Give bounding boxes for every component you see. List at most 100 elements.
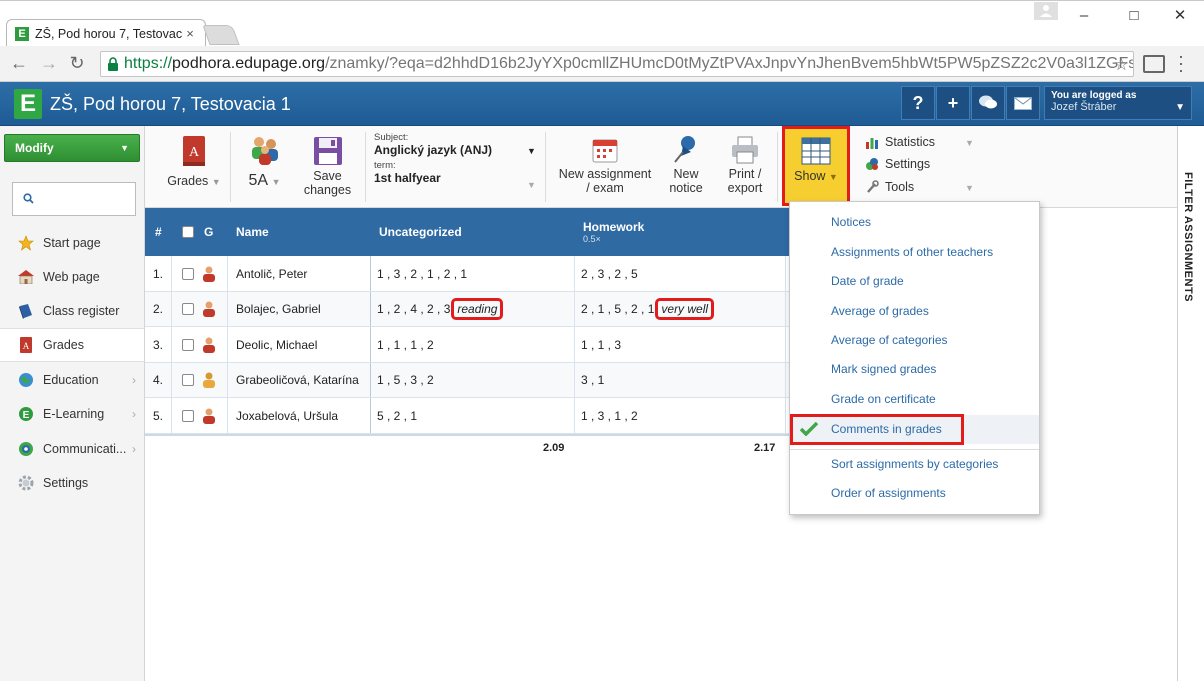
table-row[interactable]: 1. Antolič, Peter 1 , 3 , 2 , 1 , 2 , 1 … <box>145 256 789 292</box>
bookmark-star-icon[interactable]: ☆ <box>1114 55 1129 75</box>
menu-item-grade-on-certificate[interactable]: Grade on certificate <box>790 385 1039 413</box>
show-button[interactable]: Show ▼ <box>782 126 850 206</box>
grades-menu-button[interactable]: A Grades ▼ <box>165 126 223 208</box>
col-header-name[interactable]: Name <box>236 208 269 256</box>
student-name[interactable]: Joxabelová, Uršula <box>236 398 338 433</box>
browser-menu-icon[interactable]: · · · <box>1178 47 1184 79</box>
reload-icon[interactable]: ↻ <box>66 53 88 74</box>
term-select[interactable]: 1st halfyear <box>374 171 539 185</box>
filter-assignments-panel[interactable]: FILTER ASSIGNMENTS <box>1177 126 1204 681</box>
logged-user-name: Jozef Štráber <box>1051 101 1117 113</box>
browser-tab[interactable]: E ZŠ, Pod horou 7, Testovaci × <box>6 19 206 47</box>
uncategorized-grades[interactable]: 5 , 2 , 1 <box>377 398 417 433</box>
minimize-icon[interactable]: – <box>1072 7 1096 27</box>
student-name[interactable]: Grabeoličová, Katarína <box>236 363 359 398</box>
sidebar-item-e-learning[interactable]: E E-Learning › <box>0 397 144 431</box>
menu-item-average-of-grades[interactable]: Average of grades <box>790 297 1039 325</box>
settings-button[interactable]: Settings <box>865 154 930 174</box>
close-window-icon[interactable]: ✕ <box>1168 7 1192 27</box>
menu-item-assignments-other-teachers[interactable]: Assignments of other teachers <box>790 238 1039 266</box>
row-checkbox[interactable] <box>182 409 194 422</box>
add-button[interactable]: + <box>936 86 970 120</box>
menu-item-comments-in-grades[interactable]: Comments in grades <box>790 415 1039 443</box>
sidebar-item-web-page[interactable]: Web page <box>0 260 144 294</box>
row-checkbox[interactable] <box>182 338 194 351</box>
new-notice-button[interactable]: New notice <box>662 126 710 208</box>
mail-button[interactable] <box>1006 86 1040 120</box>
grade-comment[interactable]: reading <box>451 298 504 320</box>
table-row[interactable]: 4. Grabeoličová, Katarína 1 , 5 , 3 , 2 … <box>145 362 789 398</box>
menu-item-notices[interactable]: Notices <box>790 208 1039 236</box>
uncategorized-grades[interactable]: 1 , 1 , 1 , 2 <box>377 327 434 362</box>
homework-grades[interactable]: 2 , 1 , 5 , 2 , 1 very well <box>581 292 715 327</box>
edupage-logo[interactable]: E <box>14 89 42 119</box>
back-icon[interactable]: ← <box>8 53 30 74</box>
education-icon <box>17 372 35 388</box>
settings-label: Settings <box>885 157 931 171</box>
menu-item-date-of-grade[interactable]: Date of grade <box>790 267 1039 295</box>
forward-icon[interactable]: → <box>38 53 60 74</box>
new-tab-button[interactable] <box>202 25 240 45</box>
grade-comment[interactable]: very well <box>655 298 715 320</box>
menu-item-mark-signed-grades[interactable]: Mark signed grades <box>790 355 1039 383</box>
menu-item-order-of-assignments[interactable]: Order of assignments <box>790 479 1039 507</box>
sidebar-item-label: Communicati... <box>43 442 127 456</box>
maximize-icon[interactable]: □ <box>1122 7 1146 27</box>
class-label: 5A <box>248 172 268 189</box>
row-checkbox[interactable] <box>182 267 194 280</box>
homework-grades[interactable]: 2 , 3 , 2 , 5 <box>581 256 638 291</box>
new-assignment-button[interactable]: New assignment / exam <box>555 126 655 208</box>
homework-grades[interactable]: 3 , 1 <box>581 363 604 398</box>
student-name[interactable]: Bolajec, Gabriel <box>236 292 321 327</box>
subject-term-selector[interactable]: Subject: Anglický jazyk (ANJ) term: 1st … <box>374 132 539 202</box>
close-tab-icon[interactable]: × <box>183 26 197 41</box>
uncategorized-grades[interactable]: 1 , 5 , 3 , 2 <box>377 363 434 398</box>
subject-label: Subject: <box>374 132 409 143</box>
uncategorized-grades[interactable]: 1 , 2 , 4 , 2 , 3 reading <box>377 292 504 327</box>
menu-item-sort-by-categories[interactable]: Sort assignments by categories <box>790 450 1039 478</box>
sidebar-item-settings[interactable]: Settings <box>0 466 144 500</box>
select-all-checkbox[interactable] <box>182 226 194 238</box>
help-button[interactable]: ? <box>901 86 935 120</box>
modify-label: Modify <box>15 141 54 155</box>
student-name[interactable]: Antolič, Peter <box>236 256 307 291</box>
sidebar-item-communication[interactable]: Communicati... › <box>0 432 144 466</box>
uncategorized-grades[interactable]: 1 , 3 , 2 , 1 , 2 , 1 <box>377 256 467 291</box>
row-number: 3. <box>153 337 164 352</box>
profile-icon[interactable] <box>1034 2 1058 20</box>
sidebar-item-education[interactable]: Education › <box>0 363 144 397</box>
col-header-homework[interactable]: Homework 0.5× <box>583 208 644 256</box>
homework-grades[interactable]: 1 , 3 , 1 , 2 <box>581 398 638 433</box>
sidebar-item-label: E-Learning <box>43 407 105 421</box>
new-notice-line1: New <box>673 167 699 181</box>
tools-button[interactable]: Tools <box>865 177 914 197</box>
url-input[interactable]: https://podhora.edupage.org/znamky/?eqa=… <box>100 51 1134 77</box>
subject-select[interactable]: Anglický jazyk (ANJ) <box>374 143 539 157</box>
save-changes-button[interactable]: Save changes <box>300 126 355 208</box>
toolbar-divider <box>777 132 778 202</box>
print-export-button[interactable]: Print / export <box>720 126 770 208</box>
new-notice-line2: notice <box>669 181 703 195</box>
row-checkbox[interactable] <box>182 303 194 315</box>
cast-icon[interactable] <box>1143 55 1165 73</box>
messages-button[interactable] <box>971 86 1005 120</box>
tools-label: Tools <box>885 180 915 194</box>
table-row[interactable]: 2. Bolajec, Gabriel 1 , 2 , 4 , 2 , 3 re… <box>145 291 789 327</box>
table-grid-icon <box>801 137 831 165</box>
col-header-uncategorized[interactable]: Uncategorized <box>379 208 462 256</box>
table-row[interactable]: 5. Joxabelová, Uršula 5 , 2 , 1 1 , 3 , … <box>145 398 789 434</box>
statistics-button[interactable]: Statistics <box>865 132 935 152</box>
sidebar-item-class-register[interactable]: Class register <box>0 294 144 328</box>
sidebar-item-grades[interactable]: A Grades <box>0 328 144 362</box>
homework-grades[interactable]: 1 , 1 , 3 <box>581 327 621 362</box>
table-row[interactable]: 3. Deolic, Michael 1 , 1 , 1 , 2 1 , 1 ,… <box>145 327 789 363</box>
user-menu[interactable]: You are logged as Jozef Štráber ▼ <box>1044 86 1192 120</box>
modify-button[interactable]: Modify ▼ <box>4 134 140 162</box>
row-checkbox[interactable] <box>182 374 194 386</box>
menu-item-average-of-categories[interactable]: Average of categories <box>790 326 1039 354</box>
sidebar-item-start-page[interactable]: Start page <box>0 226 144 260</box>
class-select-button[interactable]: 5A ▼ <box>237 126 292 208</box>
envelope-icon <box>1014 97 1032 110</box>
student-name[interactable]: Deolic, Michael <box>236 327 317 362</box>
search-input[interactable] <box>12 182 136 216</box>
